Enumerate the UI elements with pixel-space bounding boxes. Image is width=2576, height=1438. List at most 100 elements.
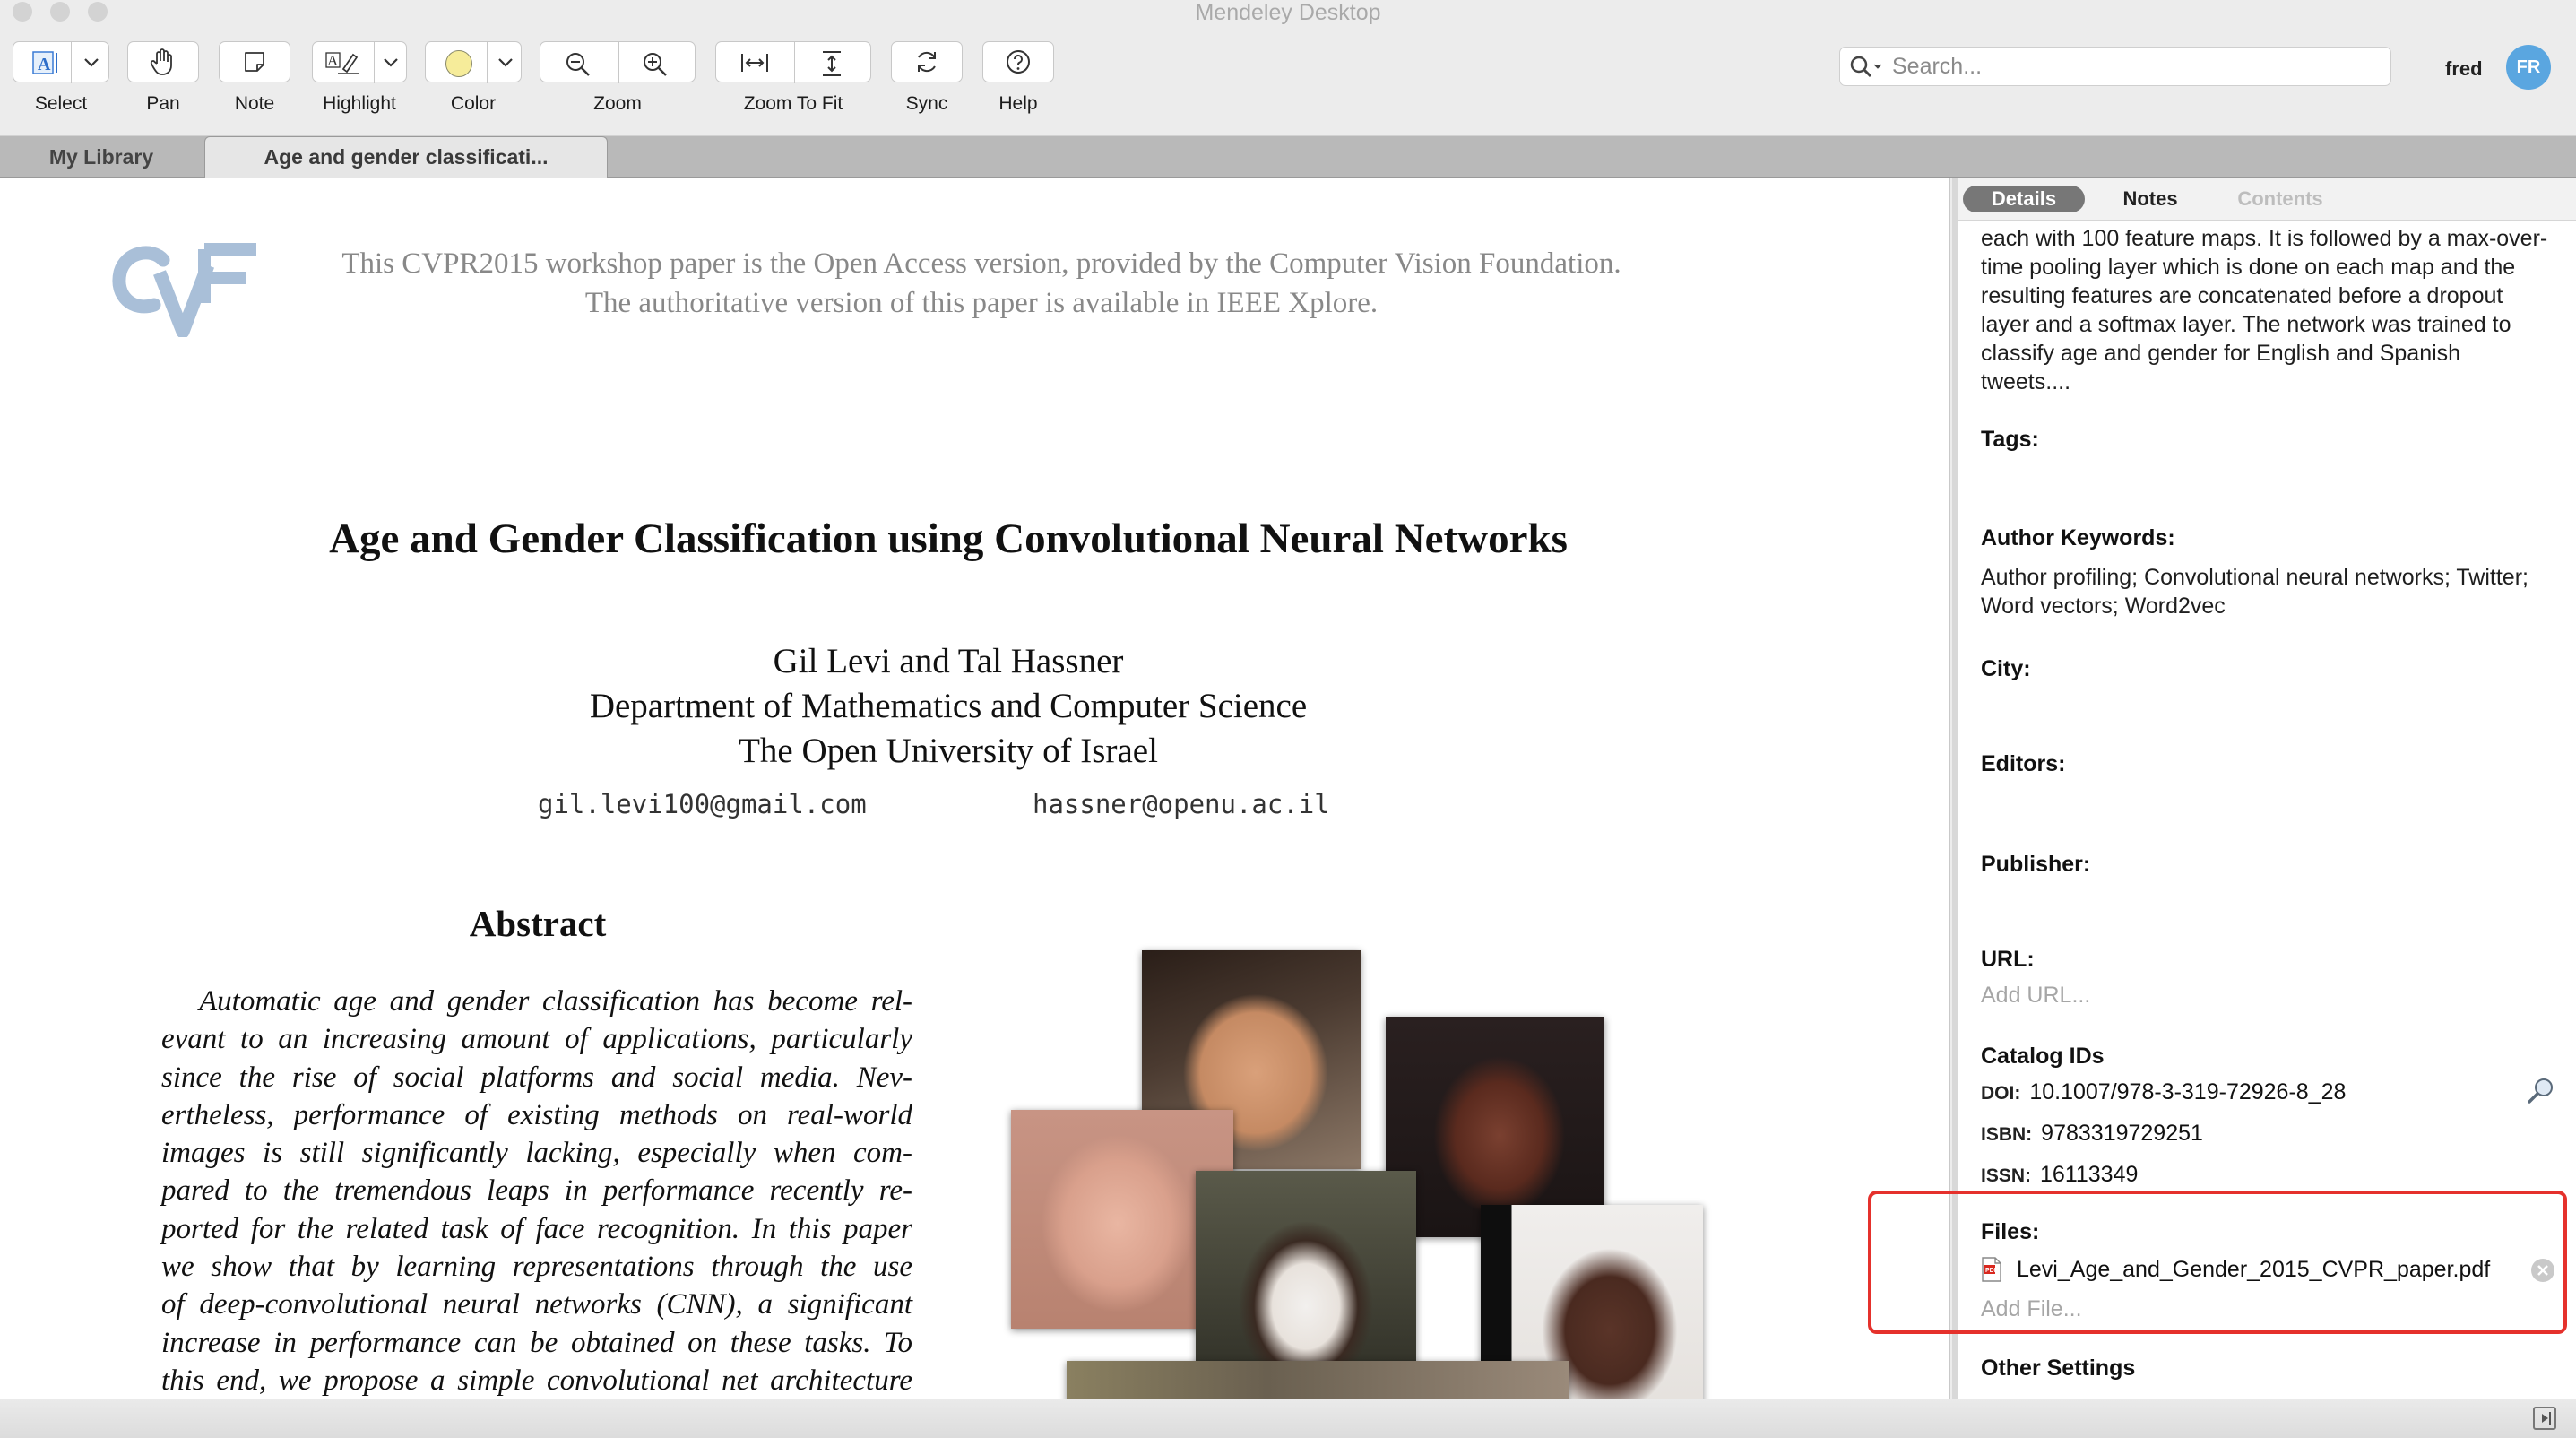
tags-label: Tags:: [1981, 427, 2039, 452]
highlight-divider: [374, 42, 375, 83]
note-label: Note: [234, 93, 275, 114]
question-mark-icon: [1005, 48, 1032, 75]
cvf-logo: [108, 238, 260, 342]
zoom-fit-divider: [794, 42, 795, 83]
doi-key: DOI:: [1981, 1083, 2021, 1104]
doi-value[interactable]: 10.1007/978-3-319-72926-8_28: [2029, 1079, 2346, 1104]
window-title: Mendeley Desktop: [1195, 0, 1381, 25]
paper-department: Department of Mathematics and Computer S…: [589, 687, 1308, 725]
pan-label: Pan: [146, 93, 180, 114]
abstract-line: since the rise of social platforms and s…: [161, 1061, 912, 1094]
highlighter-pen-icon: A: [325, 49, 361, 76]
search-icon[interactable]: [1849, 55, 1885, 84]
isbn-row: ISBN: 9783319729251: [1981, 1121, 2203, 1147]
tab-details[interactable]: Details: [1963, 186, 2085, 212]
note-tool[interactable]: Note: [219, 41, 290, 122]
catalog-ids-label: Catalog IDs: [1981, 1044, 2105, 1069]
sync-label: Sync: [905, 93, 948, 114]
highlight-button[interactable]: A: [312, 41, 407, 83]
tab-my-library[interactable]: My Library: [0, 136, 203, 178]
add-url-field[interactable]: Add URL...: [1981, 983, 2090, 1009]
notice-line-1: This CVPR2015 workshop paper is the Open…: [341, 247, 1621, 280]
highlight-label: Highlight: [323, 93, 396, 114]
zoom-tool: Zoom: [540, 41, 696, 122]
issn-value[interactable]: 16113349: [2040, 1162, 2138, 1187]
isbn-key: ISBN:: [1981, 1124, 2033, 1145]
select-divider: [71, 42, 72, 83]
username[interactable]: fred: [2445, 57, 2483, 81]
abstract-preview[interactable]: each with 100 feature maps. It is follow…: [1981, 224, 2554, 396]
sync-tool[interactable]: Sync: [891, 41, 963, 122]
color-swatch-icon: [445, 50, 472, 77]
highlight-tool[interactable]: A Highlight: [312, 41, 407, 122]
select-tool[interactable]: A Select: [13, 41, 109, 122]
abstract-line: of deep-convolutional neural networks (C…: [161, 1288, 912, 1321]
status-bar: [0, 1399, 2576, 1438]
sync-icon: [913, 48, 940, 75]
fit-width-icon[interactable]: [739, 50, 770, 75]
pan-button[interactable]: [127, 41, 199, 82]
abstract-line: Automatic age and gender classification …: [199, 985, 912, 1018]
author-keywords-value[interactable]: Author profiling; Convolutional neural n…: [1981, 563, 2554, 620]
zoom-divider: [618, 42, 619, 83]
abstract-heading: Abstract: [469, 903, 607, 944]
abstract-text: Automatic age and gender classification …: [161, 983, 912, 1399]
title-bar: Mendeley Desktop: [0, 0, 2576, 27]
notice-line-2: The authoritative version of this paper …: [584, 287, 1379, 319]
paper-authors: Gil Levi and Tal Hassner: [773, 642, 1124, 680]
search-box[interactable]: [1839, 47, 2391, 86]
svg-text:A: A: [38, 55, 51, 74]
sticky-note-icon: [242, 49, 267, 74]
details-tab-bar: Details Notes Contents: [1958, 178, 2576, 221]
hand-icon: [150, 48, 177, 76]
paper-university: The Open University of Israel: [739, 732, 1158, 770]
other-settings-label[interactable]: Other Settings: [1981, 1356, 2135, 1382]
zoom-in-icon[interactable]: [641, 50, 670, 79]
note-button[interactable]: [219, 41, 290, 82]
zoom-out-icon[interactable]: [564, 50, 592, 79]
sync-button[interactable]: [891, 41, 963, 82]
doi-lookup-icon[interactable]: [2526, 1076, 2556, 1111]
chevron-down-icon[interactable]: [82, 54, 101, 70]
toolbar: A Select Pan Note A Highlight Color Zoom…: [0, 27, 2576, 136]
zoom-to-fit-label: Zoom To Fit: [743, 93, 843, 114]
search-input[interactable]: [1892, 48, 2376, 85]
face-photo-6: [1067, 1361, 1569, 1399]
select-button[interactable]: A: [13, 41, 109, 83]
chevron-down-icon[interactable]: [496, 54, 515, 70]
abstract-line: pared to the tremendous leaps in perform…: [161, 1174, 912, 1208]
tab-bar: My Library Age and gender classificati..…: [0, 136, 2576, 178]
abstract-line: evant to an increasing amount of applica…: [161, 1023, 912, 1056]
author-keywords-label: Author Keywords:: [1981, 525, 2175, 550]
paper-title: Age and Gender Classification using Conv…: [329, 515, 1568, 562]
author-email-2: hassner@openu.ac.il: [1033, 789, 1330, 819]
editors-label: Editors:: [1981, 751, 2066, 776]
abstract-line: increase in performance can be obtained …: [161, 1326, 912, 1359]
doi-row: DOI: 10.1007/978-3-319-72926-8_28: [1981, 1079, 2346, 1105]
tab-notes[interactable]: Notes: [2101, 186, 2200, 212]
help-label: Help: [998, 93, 1038, 114]
toggle-panel-icon[interactable]: [2533, 1407, 2556, 1430]
pan-tool[interactable]: Pan: [127, 41, 199, 122]
abstract-line: ertheless, performance of existing metho…: [161, 1098, 912, 1131]
svg-text:A: A: [327, 52, 339, 69]
tab-contents[interactable]: Contents: [2217, 186, 2343, 212]
color-divider: [487, 42, 488, 83]
abstract-line: we show that by learning representations…: [161, 1251, 912, 1284]
fit-height-icon[interactable]: [818, 49, 845, 78]
isbn-value[interactable]: 9783319729251: [2041, 1121, 2203, 1146]
avatar[interactable]: FR: [2506, 45, 2551, 90]
color-tool[interactable]: Color: [425, 41, 522, 122]
chevron-down-icon[interactable]: [381, 54, 401, 70]
paper-authors-block: Gil Levi and Tal Hassner Department of M…: [0, 639, 1897, 774]
help-tool[interactable]: Help: [982, 41, 1054, 122]
publisher-label: Publisher:: [1981, 852, 2091, 877]
url-label: URL:: [1981, 947, 2035, 972]
select-label: Select: [34, 93, 88, 114]
abstract-line: images is still significantly lacking, e…: [161, 1137, 912, 1170]
pdf-viewer[interactable]: This CVPR2015 workshop paper is the Open…: [0, 178, 1950, 1399]
tab-document[interactable]: Age and gender classificati...: [204, 136, 608, 178]
help-button[interactable]: [982, 41, 1054, 82]
color-button[interactable]: [425, 41, 522, 83]
color-label: Color: [450, 93, 497, 114]
